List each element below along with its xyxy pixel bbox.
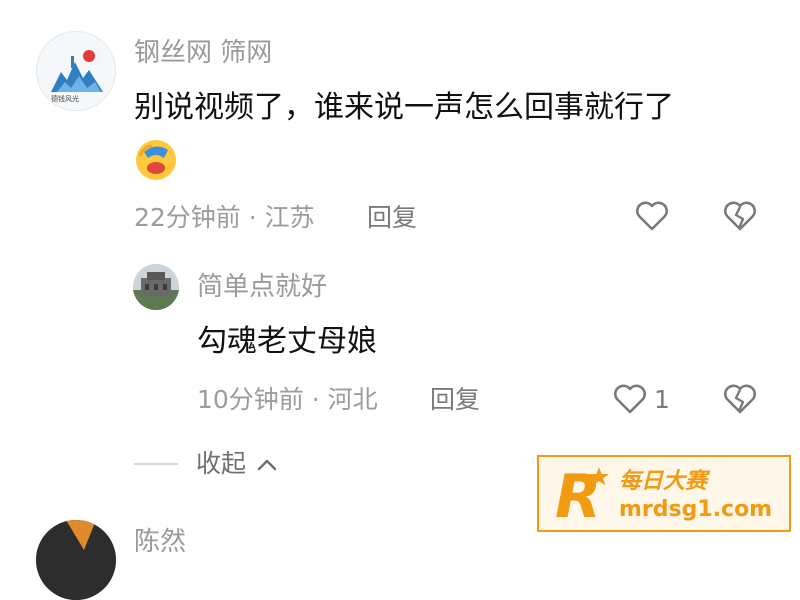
comment-author[interactable]: 钢丝网 筛网: [134, 38, 272, 68]
reply-text: 勾魂老丈母娘: [197, 324, 377, 359]
reply-avatar[interactable]: [133, 264, 179, 310]
comment-author[interactable]: 陈然: [134, 527, 186, 557]
chevron-up-icon: [257, 459, 277, 471]
comment-time-location: 22分钟前 · 江苏: [134, 203, 315, 232]
reply-author[interactable]: 简单点就好: [197, 272, 327, 302]
reply-time-location: 10分钟前 · 河北: [197, 385, 378, 414]
svg-text:R: R: [555, 463, 601, 527]
comment-text: 别说视频了，谁来说一声怎么回事就行了: [134, 90, 674, 125]
watermark-logo-icon: R: [549, 462, 611, 532]
collapse-divider: [134, 463, 178, 465]
reply-button[interactable]: 回复: [367, 203, 417, 233]
like-icon[interactable]: [634, 198, 670, 234]
watermark: R 每日大赛 mrdsg1.com: [537, 455, 791, 532]
collapse-button[interactable]: 收起: [196, 449, 278, 479]
avatar[interactable]: [36, 520, 116, 600]
dislike-icon[interactable]: [722, 381, 758, 417]
reply-button[interactable]: 回复: [430, 385, 480, 415]
collapse-label: 收起: [196, 449, 247, 478]
watermark-title: 每日大赛: [619, 469, 708, 494]
avatar-caption: 德钱风光: [51, 95, 79, 103]
watermark-url: mrdsg1.com: [619, 497, 773, 522]
like-icon[interactable]: [612, 381, 648, 417]
dislike-icon[interactable]: [722, 198, 758, 234]
like-count: 1: [654, 385, 670, 414]
photo-icon: [36, 520, 116, 600]
face-palm-emoji-icon: [134, 138, 178, 182]
avatar[interactable]: 德钱风光: [36, 31, 116, 111]
building-photo-icon: [133, 264, 179, 310]
